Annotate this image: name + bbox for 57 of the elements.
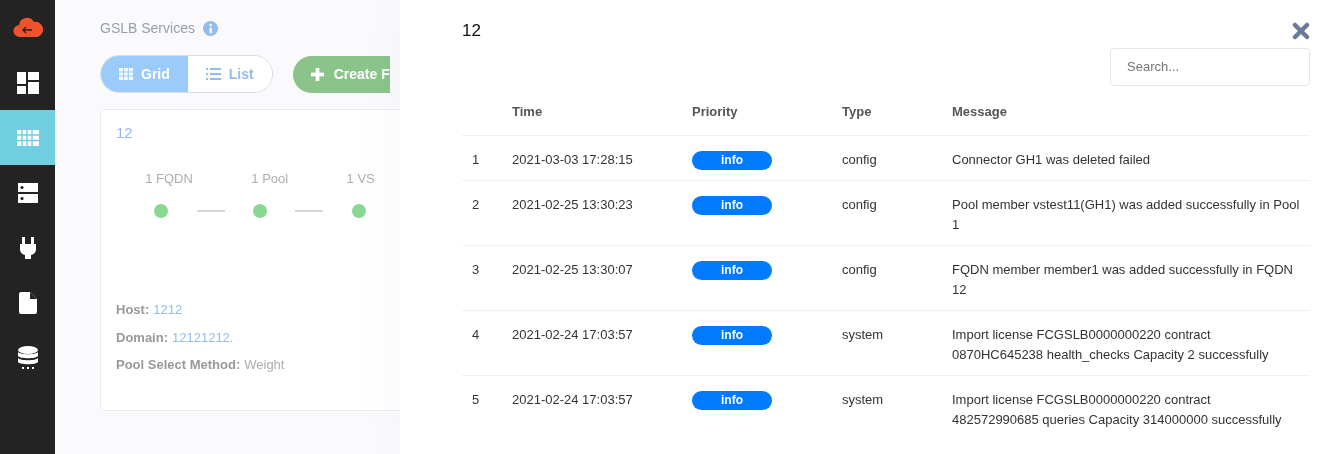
- detail-label: Domain:: [116, 328, 168, 347]
- search-field[interactable]: Search...: [1110, 47, 1310, 86]
- table-cell: Import license FCGSLB0000000220 contract 482572990685 queries Capacity 314000000 successfully: [942, 375, 1310, 454]
- status-dot: [351, 204, 366, 218]
- table-cell: 2021-02-25 13:30:23: [502, 180, 682, 246]
- column-header: Message: [942, 101, 1310, 136]
- table-cell: FQDN member member1 was added successfully in FQDN 12: [942, 245, 1310, 311]
- priority-badge: info: [692, 261, 772, 280]
- plus-icon: [310, 67, 324, 81]
- detail-label: Host:: [116, 301, 150, 319]
- table-cell: 2021-02-24 17:03:57: [502, 375, 682, 454]
- detail-value: 12121212.: [172, 328, 234, 347]
- row-number: 4: [462, 310, 502, 376]
- database-icon[interactable]: [17, 345, 38, 370]
- file-icon[interactable]: [18, 291, 37, 314]
- table-cell: 2021-02-25 13:30:07: [502, 245, 682, 311]
- status-dot: [252, 204, 267, 218]
- close-icon[interactable]: [1292, 22, 1310, 40]
- page-title: GSLB Services: [100, 19, 195, 38]
- server-icon[interactable]: [17, 182, 38, 203]
- table-cell: config: [832, 245, 942, 311]
- priority-badge: info: [692, 151, 772, 170]
- row-number: 3: [462, 245, 502, 311]
- create-button[interactable]: Create F: [292, 55, 390, 93]
- row-number: 2: [462, 180, 502, 246]
- table-cell: 2021-02-24 17:03:57: [502, 310, 682, 376]
- column-header: Priority: [682, 101, 832, 136]
- grid-icon: [119, 68, 133, 80]
- table-cell: Connector GH1 was deleted failed: [942, 135, 1310, 181]
- priority-badge: info: [692, 326, 772, 345]
- table-cell: system: [832, 375, 942, 454]
- table-cell: config: [832, 180, 942, 246]
- view-tab[interactable]: Grid: [101, 56, 188, 92]
- table-cell: config: [832, 135, 942, 181]
- table-cell: Pool member vstest11(GH1) was added successfully in Pool 1: [942, 180, 1310, 246]
- detail-value: 1212: [153, 301, 183, 319]
- column-header: Type: [832, 101, 942, 136]
- list-icon: [205, 68, 221, 80]
- column-header: Time: [502, 101, 682, 136]
- status-dot: [154, 204, 169, 218]
- stat-label: 1 FQDN: [145, 169, 193, 188]
- stat-label: 1 VS: [346, 169, 375, 188]
- row-number: 5: [462, 375, 502, 454]
- table-cell: 2021-03-03 17:28:15: [502, 135, 682, 181]
- priority-badge: info: [692, 391, 772, 410]
- dashboard-icon[interactable]: [16, 71, 39, 94]
- table-cell: Import license FCGSLB0000000220 contract 0870HC645238 health_checks Capacity 2 successfully: [942, 310, 1310, 376]
- plug-icon[interactable]: [19, 236, 36, 259]
- card-title: 12: [116, 123, 133, 143]
- drawer-title: 12: [462, 20, 481, 42]
- detail-label: Pool Select Method:: [116, 356, 241, 374]
- view-tab[interactable]: List: [187, 56, 272, 92]
- stat-label: 1 Pool: [251, 169, 289, 188]
- detail-value: Weight: [244, 356, 285, 374]
- row-number: 1: [462, 135, 502, 181]
- priority-badge: info: [692, 196, 772, 215]
- table-cell: system: [832, 310, 942, 376]
